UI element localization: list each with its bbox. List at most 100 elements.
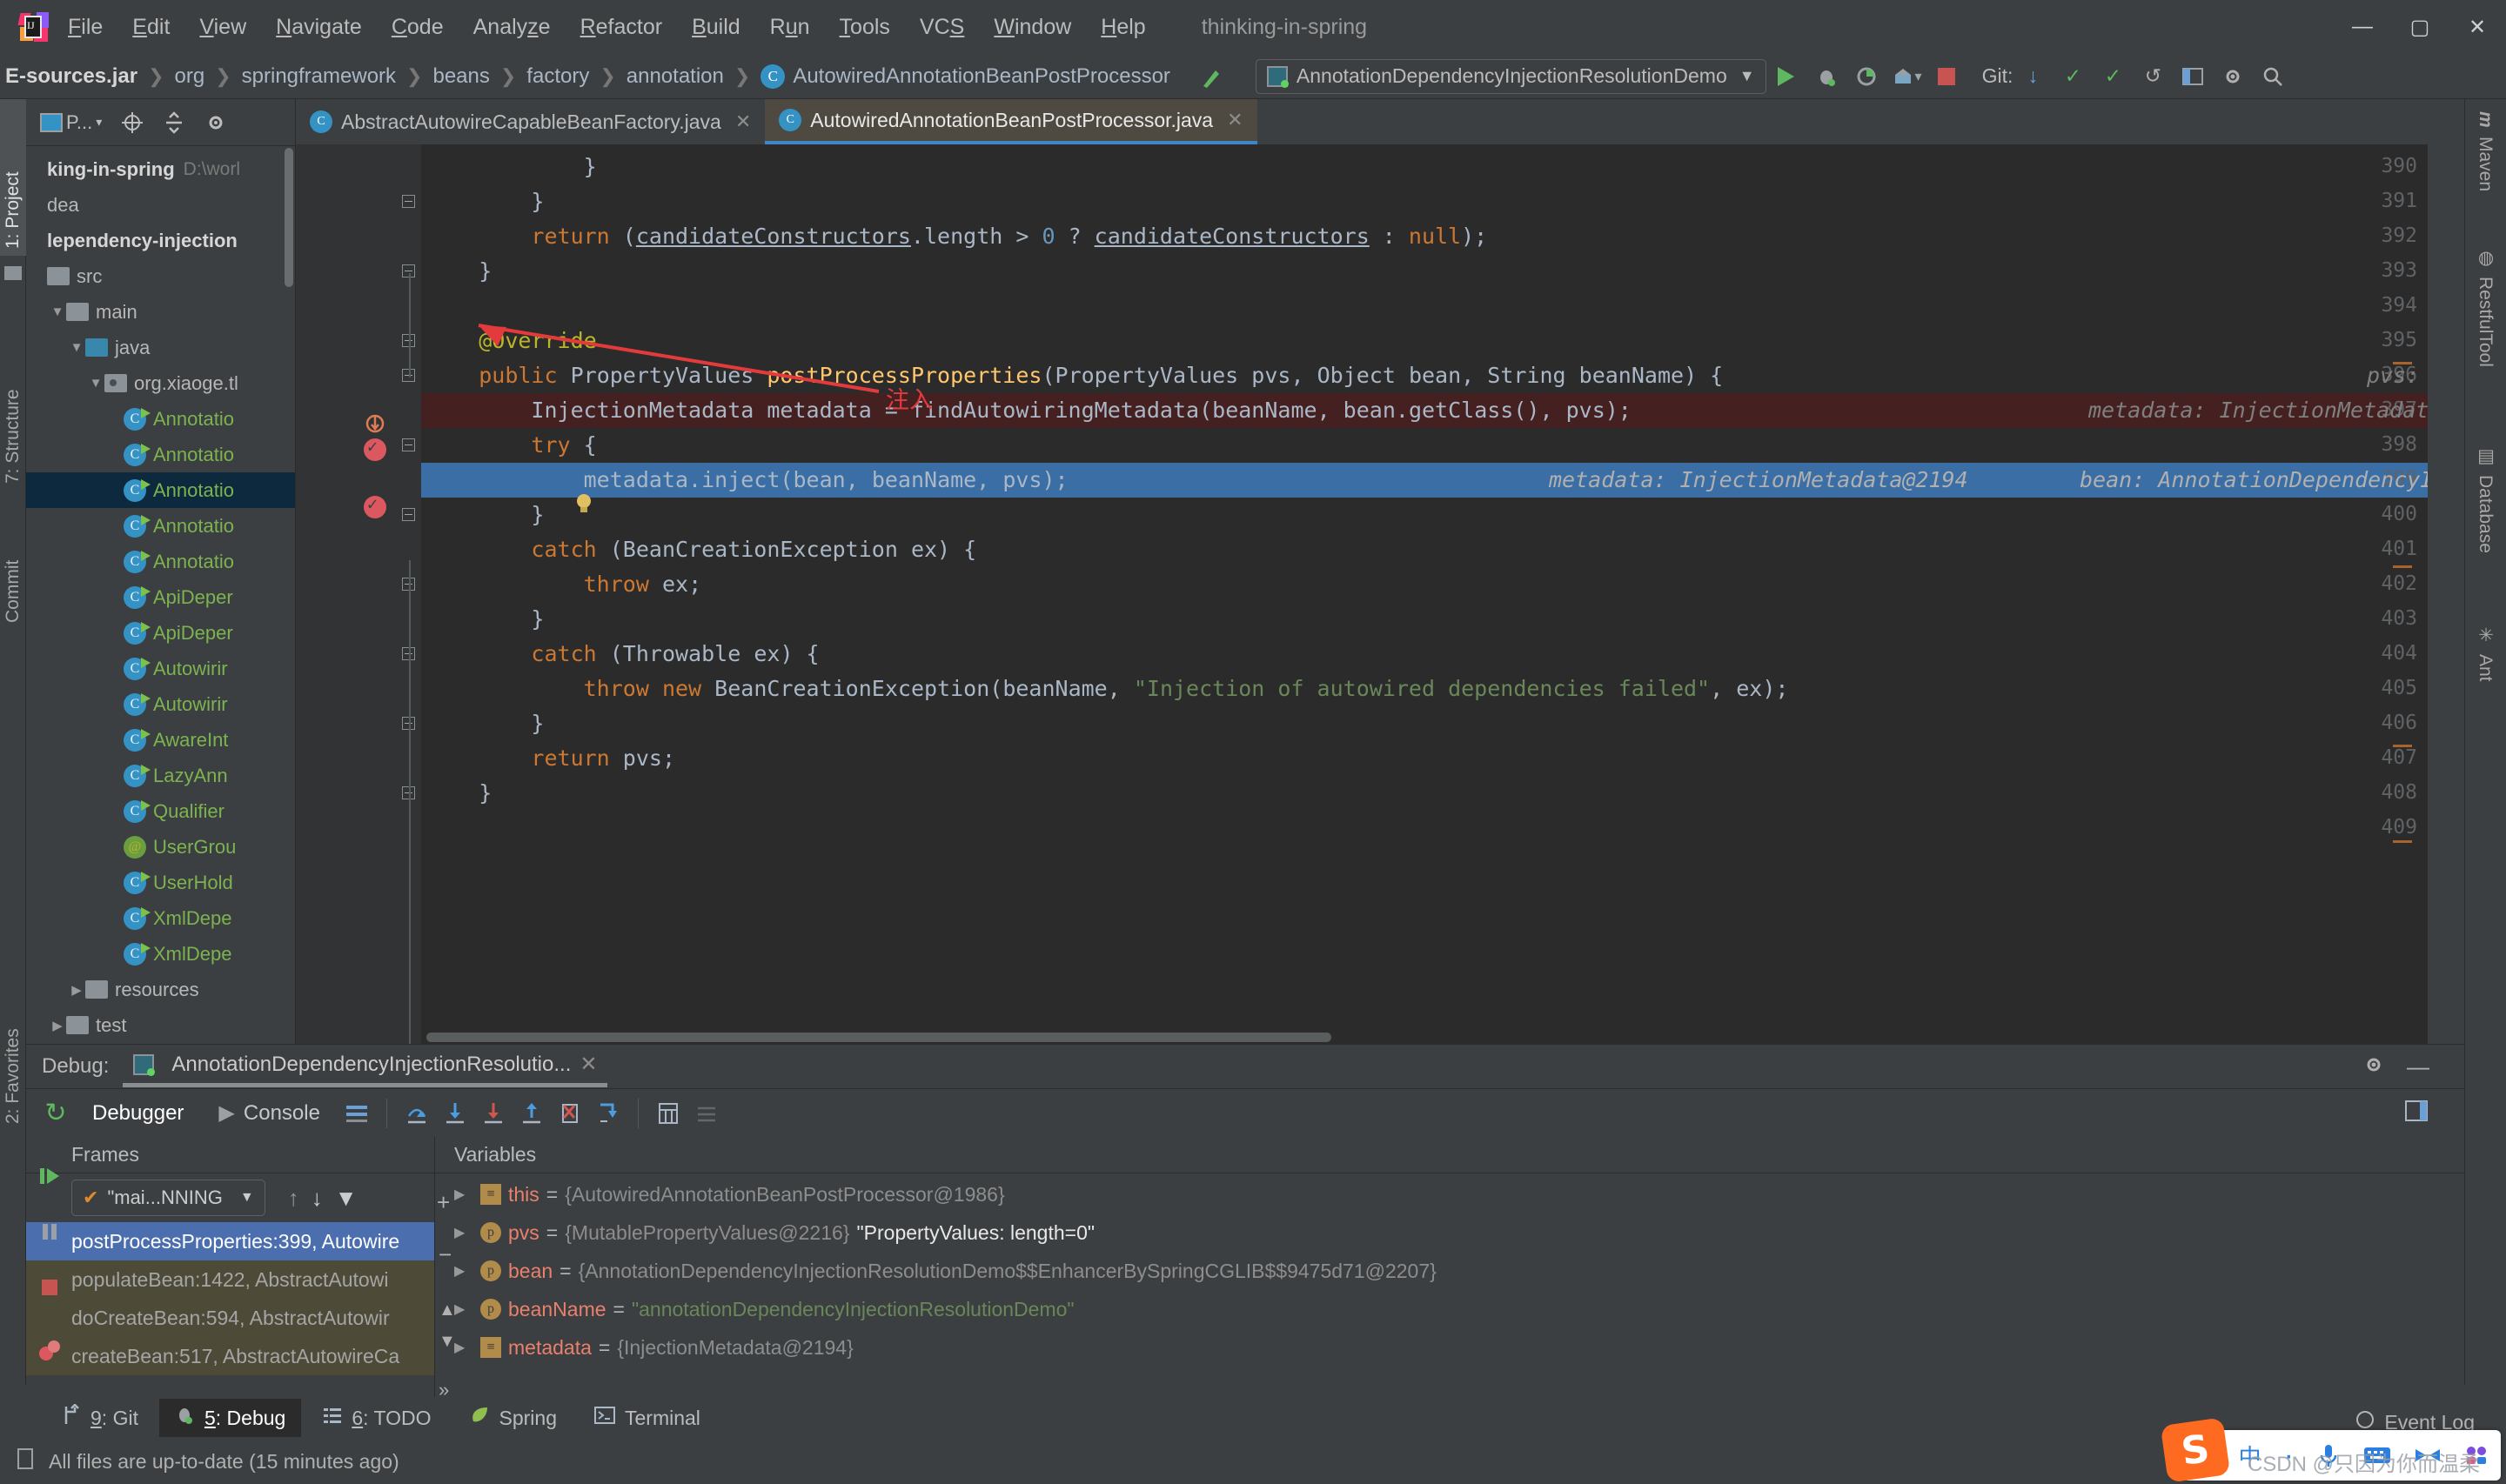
tree-node-org-xiaoge-tl[interactable]: ▼org.xiaoge.tl [26, 365, 295, 401]
debug-session-tab[interactable]: AnnotationDependencyInjectionResolutio..… [123, 1046, 607, 1087]
code-line[interactable]: metadata.inject(bean, beanName, pvs); [426, 469, 1069, 491]
code-line[interactable]: return (candidateConstructors.length > 0… [426, 225, 1487, 247]
expand-triangle-icon[interactable]: ▶ [454, 1300, 473, 1318]
step-over-icon[interactable] [398, 1094, 436, 1133]
menu-item-build[interactable]: Build [692, 15, 740, 40]
code-line[interactable]: } [426, 191, 544, 212]
search-icon[interactable] [2253, 64, 2293, 89]
expand-triangle-icon[interactable]: ▶ [454, 1339, 473, 1356]
tree-node-userhold[interactable]: CUserHold [26, 865, 295, 900]
variables-list[interactable]: ▶≡this={AutowiredAnnotationBeanPostProce… [435, 1175, 2464, 1367]
code-fold-marker[interactable] [402, 508, 415, 521]
menu-item-refactor[interactable]: Refactor [580, 15, 663, 40]
menu-item-analyze[interactable]: Analyze [473, 15, 551, 40]
bottom-tab-5-debug[interactable]: 5: Debug [159, 1399, 301, 1437]
tree-node-annotatio[interactable]: CAnnotatio [26, 472, 295, 508]
update-project-icon[interactable]: ↓ [2013, 64, 2053, 88]
tree-node-apideper[interactable]: CApiDeper [26, 615, 295, 651]
variable-row[interactable]: ▶≡metadata={InjectionMetadata@2194} [435, 1328, 2464, 1367]
menu-item-help[interactable]: Help [1101, 15, 1145, 40]
intention-bulb-icon[interactable] [571, 491, 597, 523]
expand-triangle-icon[interactable]: ▶ [454, 1262, 473, 1280]
tree-node-java[interactable]: ▼java [26, 330, 295, 365]
tab-debugger[interactable]: Debugger [75, 1101, 201, 1126]
rerun-icon[interactable]: ↻ [37, 1094, 75, 1133]
variable-row[interactable]: ▶ppvs={MutablePropertyValues@2216}"Prope… [435, 1213, 2464, 1252]
sogou-logo-icon[interactable]: S [2160, 1417, 2229, 1482]
step-into-icon[interactable] [436, 1094, 474, 1133]
tree-node-xmldepe[interactable]: CXmlDepe [26, 900, 295, 936]
code-line[interactable]: } [426, 156, 597, 177]
close-icon[interactable]: ✕ [1227, 109, 1243, 131]
sidebar-item-commit[interactable]: Commit [0, 499, 26, 630]
expand-triangle-icon[interactable]: ▶ [454, 1186, 473, 1203]
code-line[interactable]: try { [426, 434, 597, 456]
menu-item-edit[interactable]: Edit [132, 15, 170, 40]
code-text[interactable]: } } return (candidateConstructors.length… [426, 144, 2428, 1044]
tree-node-apideper[interactable]: CApiDeper [26, 579, 295, 615]
frame-down-icon[interactable]: ↓ [312, 1185, 323, 1212]
code-line[interactable]: } [426, 504, 544, 525]
restore-layout-icon[interactable] [2403, 1099, 2429, 1127]
variable-row[interactable]: ▶pbeanName="annotationDependencyInjectio… [435, 1290, 2464, 1328]
layout-settings-icon[interactable] [338, 1094, 376, 1133]
code-line[interactable]: return pvs; [426, 747, 675, 769]
editor-horizontal-scrollbar[interactable] [426, 1033, 1331, 1042]
tree-node-autowirir[interactable]: CAutowirir [26, 686, 295, 722]
menu-item-run[interactable]: Run [770, 15, 810, 40]
breadcrumb-0[interactable]: E-sources.jar [5, 64, 137, 89]
tree-node-test[interactable]: ▶test [26, 1007, 295, 1043]
sidebar-item-restfultool[interactable]: ◍ RestfulTool [2464, 238, 2506, 430]
menu-item-code[interactable]: Code [392, 15, 444, 40]
tab-console[interactable]: ▶ Console [201, 1100, 338, 1126]
close-icon[interactable]: ✕ [735, 110, 751, 133]
stop-icon[interactable] [1926, 68, 1967, 85]
minimize-button[interactable]: — [2334, 0, 2391, 54]
hammer-icon[interactable] [1191, 64, 1231, 90]
breadcrumb-4[interactable]: factory [526, 64, 589, 89]
breadcrumb-class[interactable]: AutowiredAnnotationBeanPostProcessor [793, 64, 1170, 89]
tree-node-src[interactable]: src [26, 258, 295, 294]
tree-node-annotatio[interactable]: CAnnotatio [26, 508, 295, 544]
pause-program-icon[interactable] [35, 1217, 64, 1247]
frames-list[interactable]: postProcessProperties:399, Autowirepopul… [26, 1222, 434, 1375]
code-line[interactable]: } [426, 782, 492, 804]
tree-node-king-in-spring[interactable]: king-in-springD:\worl [26, 151, 295, 187]
tree-twisty-icon[interactable]: ▼ [68, 340, 85, 355]
code-line[interactable]: } [426, 260, 492, 282]
editor-tab-1[interactable]: CAutowiredAnnotationBeanPostProcessor.ja… [765, 99, 1256, 144]
breakpoint-397[interactable] [364, 438, 386, 461]
menu-item-tools[interactable]: Tools [840, 15, 890, 40]
scroll-from-source-icon[interactable] [121, 111, 144, 134]
project-view-selector[interactable]: P... ▾ [40, 111, 102, 134]
frame-row[interactable]: postProcessProperties:399, Autowire [26, 1222, 434, 1260]
bottom-tab-spring[interactable]: Spring [452, 1399, 573, 1437]
run-to-cursor-icon[interactable] [589, 1094, 627, 1133]
tree-node-lazyann[interactable]: CLazyAnn [26, 758, 295, 793]
variable-row[interactable]: ▶≡this={AutowiredAnnotationBeanPostProce… [435, 1175, 2464, 1213]
code-editor[interactable]: 3903913923933943953963973983994004014024… [296, 144, 2428, 1044]
sidebar-item-maven[interactable]: m Maven [2464, 103, 2506, 233]
breadcrumb-3[interactable]: beans [432, 64, 489, 89]
editor-gutter[interactable] [296, 144, 399, 1044]
view-breakpoints-icon[interactable] [35, 1335, 64, 1365]
sidebar-item-favorites[interactable]: 2: Favorites [0, 969, 26, 1131]
stop-program-icon[interactable] [35, 1273, 64, 1302]
frame-row[interactable]: populateBean:1422, AbstractAutowi [26, 1260, 434, 1299]
method-override-icon[interactable] [364, 412, 386, 435]
resume-program-icon[interactable] [35, 1161, 64, 1191]
code-fold-marker[interactable] [402, 438, 415, 451]
tree-node-qualifier[interactable]: CQualifier [26, 793, 295, 829]
hide-panel-icon[interactable]: — [2407, 1053, 2429, 1080]
tree-twisty-icon[interactable]: ▶ [68, 982, 85, 998]
code-line[interactable]: catch (Throwable ex) { [426, 643, 820, 665]
menu-item-window[interactable]: Window [994, 15, 1071, 40]
menu-item-navigate[interactable]: Navigate [276, 15, 362, 40]
code-line[interactable]: throw ex; [426, 573, 701, 595]
filter-frames-icon[interactable]: ▼ [335, 1185, 358, 1212]
frame-row[interactable]: createBean:517, AbstractAutowireCa [26, 1337, 434, 1375]
project-tree[interactable]: king-in-springD:\worldealependency-injec… [26, 146, 295, 1044]
history-icon[interactable]: ↺ [2133, 64, 2173, 88]
run-configuration-selector[interactable]: AnnotationDependencyInjectionResolutionD… [1256, 59, 1766, 94]
project-structure-icon[interactable] [2173, 65, 2213, 88]
